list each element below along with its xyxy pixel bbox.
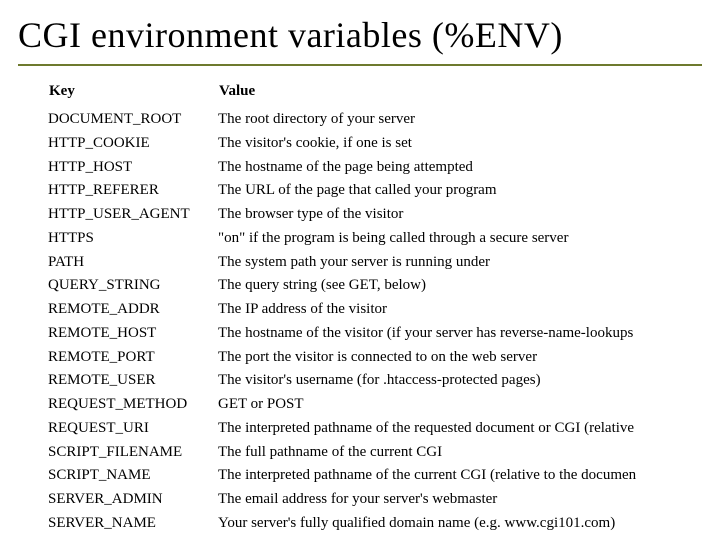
env-table: Key Value DOCUMENT_ROOTThe root director… — [48, 82, 692, 540]
env-value: The interpreted pathname of the requeste… — [218, 417, 692, 441]
table-row: PATHThe system path your server is runni… — [48, 251, 692, 275]
env-key: SERVER_NAME — [48, 512, 218, 536]
table-row: HTTPS"on" if the program is being called… — [48, 227, 692, 251]
env-value: The visitor's cookie, if one is set — [218, 132, 692, 156]
env-value: The port number your server is listening… — [218, 536, 692, 540]
table-row: HTTP_USER_AGENTThe browser type of the v… — [48, 203, 692, 227]
title-underline — [18, 64, 702, 66]
env-key: QUERY_STRING — [48, 274, 218, 298]
table-row: REMOTE_ADDRThe IP address of the visitor — [48, 298, 692, 322]
table-row: SCRIPT_NAMEThe interpreted pathname of t… — [48, 464, 692, 488]
table-row: HTTP_REFERERThe URL of the page that cal… — [48, 179, 692, 203]
header-value: Value — [218, 82, 692, 108]
env-key: REMOTE_HOST — [48, 322, 218, 346]
env-key: REMOTE_USER — [48, 369, 218, 393]
page-title: CGI environment variables (%ENV) — [18, 14, 702, 60]
env-value: The full pathname of the current CGI — [218, 441, 692, 465]
env-value: The hostname of the visitor (if your ser… — [218, 322, 692, 346]
env-value: The interpreted pathname of the current … — [218, 464, 692, 488]
table-row: REMOTE_USERThe visitor's username (for .… — [48, 369, 692, 393]
env-key: REMOTE_PORT — [48, 346, 218, 370]
env-value: The root directory of your server — [218, 108, 692, 132]
table-row: REQUEST_METHODGET or POST — [48, 393, 692, 417]
env-value: The query string (see GET, below) — [218, 274, 692, 298]
env-key: PATH — [48, 251, 218, 275]
table-row: SERVER_NAMEYour server's fully qualified… — [48, 512, 692, 536]
table-row: REQUEST_URIThe interpreted pathname of t… — [48, 417, 692, 441]
table-row: SERVER_ADMINThe email address for your s… — [48, 488, 692, 512]
table-row: SCRIPT_FILENAMEThe full pathname of the … — [48, 441, 692, 465]
env-key: HTTP_USER_AGENT — [48, 203, 218, 227]
env-key: HTTP_COOKIE — [48, 132, 218, 156]
table-header-row: Key Value — [48, 82, 692, 108]
env-key: REMOTE_ADDR — [48, 298, 218, 322]
env-key: SERVER_ADMIN — [48, 488, 218, 512]
env-value: "on" if the program is being called thro… — [218, 227, 692, 251]
env-value: The IP address of the visitor — [218, 298, 692, 322]
table-row: HTTP_HOSTThe hostname of the page being … — [48, 156, 692, 180]
env-table-container: Key Value DOCUMENT_ROOTThe root director… — [18, 82, 702, 540]
slide: CGI environment variables (%ENV) Key Val… — [0, 0, 720, 540]
env-value: The visitor's username (for .htaccess-pr… — [218, 369, 692, 393]
env-value: The URL of the page that called your pro… — [218, 179, 692, 203]
table-row: REMOTE_HOSTThe hostname of the visitor (… — [48, 322, 692, 346]
env-key: SCRIPT_NAME — [48, 464, 218, 488]
env-value: The system path your server is running u… — [218, 251, 692, 275]
env-value: The email address for your server's webm… — [218, 488, 692, 512]
env-value: The browser type of the visitor — [218, 203, 692, 227]
env-key: DOCUMENT_ROOT — [48, 108, 218, 132]
env-key: REQUEST_METHOD — [48, 393, 218, 417]
env-key: SCRIPT_FILENAME — [48, 441, 218, 465]
env-value: GET or POST — [218, 393, 692, 417]
table-row: DOCUMENT_ROOTThe root directory of your … — [48, 108, 692, 132]
table-row: REMOTE_PORTThe port the visitor is conne… — [48, 346, 692, 370]
env-key: HTTPS — [48, 227, 218, 251]
env-key: SERVER_PORT — [48, 536, 218, 540]
table-row: HTTP_COOKIEThe visitor's cookie, if one … — [48, 132, 692, 156]
env-key: HTTP_HOST — [48, 156, 218, 180]
table-row: QUERY_STRINGThe query string (see GET, b… — [48, 274, 692, 298]
env-key: HTTP_REFERER — [48, 179, 218, 203]
env-key: REQUEST_URI — [48, 417, 218, 441]
env-value: The port the visitor is connected to on … — [218, 346, 692, 370]
table-row: SERVER_PORTThe port number your server i… — [48, 536, 692, 540]
env-value: Your server's fully qualified domain nam… — [218, 512, 692, 536]
env-value: The hostname of the page being attempted — [218, 156, 692, 180]
header-key: Key — [48, 82, 218, 108]
